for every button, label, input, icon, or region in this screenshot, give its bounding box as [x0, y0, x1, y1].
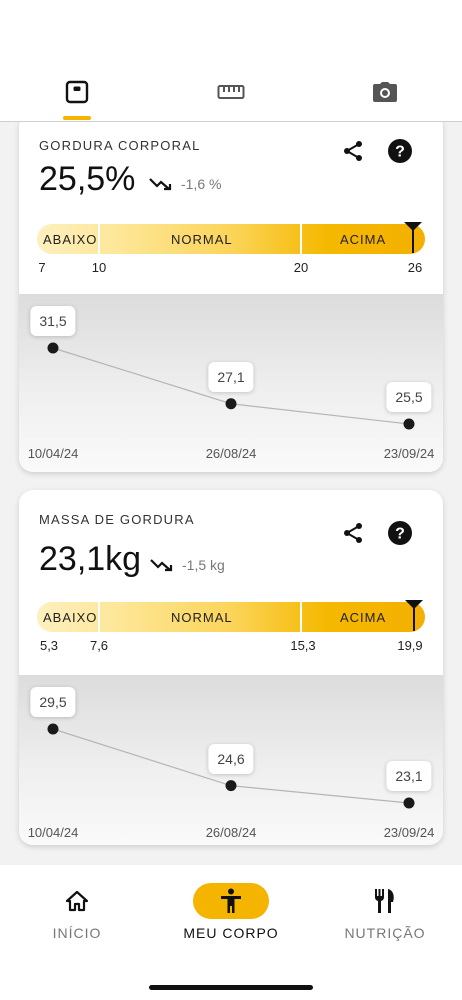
share-icon [344, 141, 362, 161]
current-value-marker [405, 600, 423, 631]
tab-ruler[interactable] [201, 72, 261, 112]
x-tick-label: 26/08/24 [205, 825, 257, 840]
range-label-normal: NORMAL [171, 610, 233, 625]
nav-my-body[interactable]: MEU CORPO [161, 883, 301, 941]
range-tick: 15,3 [290, 638, 316, 653]
content-scroll-area[interactable]: GORDURA CORPORAL ? 25,5% -1,6 % ABAIXO N… [0, 122, 462, 865]
trend-down-icon [150, 559, 173, 572]
x-tick-label: 26/08/24 [205, 446, 257, 461]
trend-indicator: -1,6 % [149, 176, 221, 192]
tab-camera[interactable] [355, 72, 415, 112]
home-icon [65, 890, 89, 912]
x-tick-label: 10/04/24 [27, 825, 79, 840]
trend-value: -1,6 % [181, 176, 222, 192]
range-label-high: ACIMA [340, 610, 387, 625]
scale-icon [65, 80, 89, 104]
nav-label: INÍCIO [52, 925, 102, 941]
data-point[interactable] [403, 797, 415, 809]
camera-icon [373, 82, 397, 102]
share-button[interactable] [338, 136, 368, 166]
svg-text:?: ? [395, 144, 405, 161]
range-tick: 5,3 [39, 638, 59, 653]
nav-nutrition[interactable]: NUTRIÇÃO [315, 883, 455, 941]
x-tick-label: 23/09/24 [383, 825, 435, 840]
x-tick-label: 10/04/24 [27, 446, 79, 461]
svg-text:?: ? [395, 526, 405, 543]
range-ticks: 7 10 20 26 [19, 260, 443, 278]
card-title: MASSA DE GORDURA [39, 512, 195, 527]
x-tick-label: 23/09/24 [383, 446, 435, 461]
history-chart: 29,5 10/04/24 24,6 26/08/24 23,1 23/09/24 [19, 675, 443, 845]
range-tick: 10 [91, 260, 107, 275]
body-fat-card: GORDURA CORPORAL ? 25,5% -1,6 % ABAIXO N… [19, 122, 443, 472]
range-bar: ABAIXO NORMAL ACIMA [37, 600, 425, 632]
range-label-normal: NORMAL [171, 232, 233, 247]
current-value-marker [404, 222, 422, 253]
range-divider [98, 224, 100, 254]
share-button[interactable] [338, 518, 368, 548]
bottom-nav: INÍCIO MEU CORPO NUTRIÇÃO [0, 865, 462, 1000]
range-label-low: ABAIXO [43, 232, 98, 247]
share-icon [344, 523, 362, 543]
fork-knife-icon [374, 889, 394, 913]
range-ticks: 5,3 7,6 15,3 19,9 [19, 638, 443, 656]
history-chart: 31,5 10/04/24 27,1 26/08/24 25,5 23/09/24 [19, 294, 443, 472]
trend-indicator: -1,5 kg [150, 557, 225, 573]
range-tick: 19,9 [397, 638, 423, 653]
data-label: 23,1 [386, 761, 432, 791]
data-point[interactable] [47, 723, 59, 735]
ruler-icon [217, 85, 245, 99]
data-label: 29,5 [30, 687, 76, 717]
range-divider [98, 602, 100, 632]
nav-home[interactable]: INÍCIO [7, 883, 147, 941]
range-divider [300, 602, 302, 632]
nav-label: NUTRIÇÃO [344, 925, 426, 941]
fat-mass-card: MASSA DE GORDURA ? 23,1kg -1,5 kg ABAIXO [19, 490, 443, 845]
data-label: 24,6 [208, 743, 254, 774]
nav-label: MEU CORPO [183, 925, 279, 941]
range-bar: ABAIXO NORMAL ACIMA [37, 222, 425, 254]
data-label: 31,5 [30, 306, 76, 336]
range-tick: 20 [293, 260, 309, 275]
trend-value: -1,5 kg [182, 557, 225, 573]
fat-mass-value: 23,1kg [39, 540, 142, 578]
card-title: GORDURA CORPORAL [39, 138, 201, 153]
range-label-low: ABAIXO [43, 610, 98, 625]
help-icon: ? [388, 521, 412, 545]
active-tab-indicator [63, 116, 91, 120]
help-button[interactable]: ? [385, 136, 415, 166]
range-label-high: ACIMA [340, 232, 387, 247]
range-tick: 7,6 [89, 638, 109, 653]
data-point[interactable] [403, 418, 415, 430]
nav-icon-wrap [193, 883, 269, 919]
top-tab-bar [0, 60, 462, 122]
data-point[interactable] [47, 342, 59, 354]
home-indicator [149, 985, 313, 990]
range-tick: 26 [407, 260, 423, 275]
help-icon: ? [388, 139, 412, 163]
range-divider [300, 224, 302, 254]
data-label: 27,1 [208, 361, 254, 392]
person-icon [221, 888, 241, 913]
tab-scale[interactable] [47, 72, 107, 112]
data-label: 25,5 [386, 382, 432, 412]
help-button[interactable]: ? [385, 518, 415, 548]
data-point[interactable] [225, 780, 237, 792]
trend-down-icon [149, 178, 172, 191]
range-tick: 7 [38, 260, 46, 275]
data-point[interactable] [225, 398, 237, 410]
body-fat-value: 25,5% [39, 160, 136, 198]
nav-icon-wrap [39, 883, 115, 919]
nav-icon-wrap [347, 883, 423, 919]
